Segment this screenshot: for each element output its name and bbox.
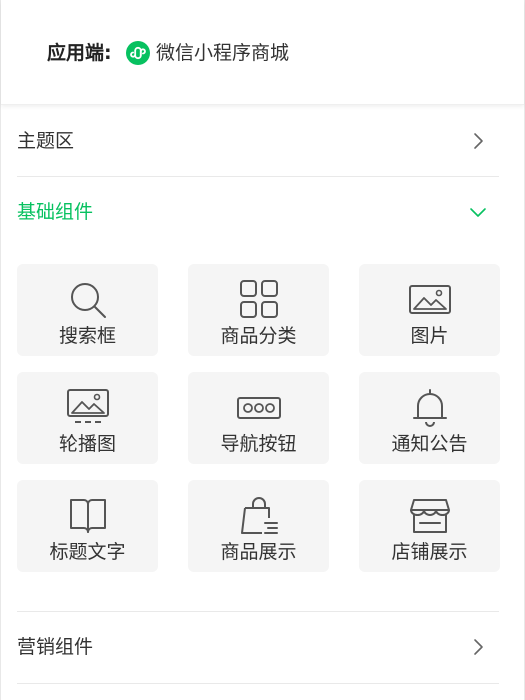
bell-icon (412, 389, 447, 427)
component-label: 通知公告 (391, 433, 468, 455)
book-icon (69, 499, 106, 533)
component-label: 商品展示 (220, 541, 297, 563)
grid-icon (239, 280, 278, 318)
component-carousel[interactable]: 轮播图 (17, 372, 158, 464)
app-type-value: 微信小程序商城 (156, 42, 290, 64)
component-search-box[interactable]: 搜索框 (17, 264, 158, 356)
section-basic-components[interactable]: 基础组件 (17, 177, 499, 247)
shopping-bag-icon (240, 497, 278, 534)
store-icon (409, 499, 450, 533)
carousel-icon (66, 389, 109, 423)
image-icon (408, 285, 451, 314)
search-icon (70, 283, 106, 318)
component-label: 商品分类 (220, 325, 297, 347)
component-label: 导航按钮 (220, 433, 297, 455)
component-label: 标题文字 (49, 541, 126, 563)
component-title-text[interactable]: 标题文字 (17, 480, 158, 572)
component-label: 店铺展示 (391, 541, 468, 563)
component-label: 轮播图 (58, 433, 116, 455)
chevron-down-icon (470, 208, 486, 217)
component-image[interactable]: 图片 (359, 264, 500, 356)
component-product-display[interactable]: 商品展示 (188, 480, 329, 572)
section-theme-label: 主题区 (17, 130, 75, 152)
component-label: 搜索框 (58, 325, 116, 347)
wechat-miniprogram-icon (126, 41, 150, 65)
section-marketing-components[interactable]: 营销组件 (17, 612, 499, 682)
component-nav-button[interactable]: 导航按钮 (188, 372, 329, 464)
nav-button-icon (236, 397, 281, 419)
component-label: 图片 (410, 325, 449, 347)
section-theme[interactable]: 主题区 (17, 106, 499, 176)
component-product-category[interactable]: 商品分类 (188, 264, 329, 356)
component-notice[interactable]: 通知公告 (359, 372, 500, 464)
section-marketing-label: 营销组件 (17, 636, 94, 658)
chevron-right-icon (474, 639, 483, 655)
divider (17, 683, 499, 684)
component-panel: 应用端: 微信小程序商城 主题区 基础组件 搜索框 商品分类 图片 轮播图 导航… (0, 0, 525, 700)
chevron-right-icon (474, 133, 483, 149)
app-header: 应用端: 微信小程序商城 (1, 0, 524, 105)
component-store-display[interactable]: 店铺展示 (359, 480, 500, 572)
app-label: 应用端: (47, 42, 112, 64)
section-basic-label: 基础组件 (17, 201, 94, 223)
